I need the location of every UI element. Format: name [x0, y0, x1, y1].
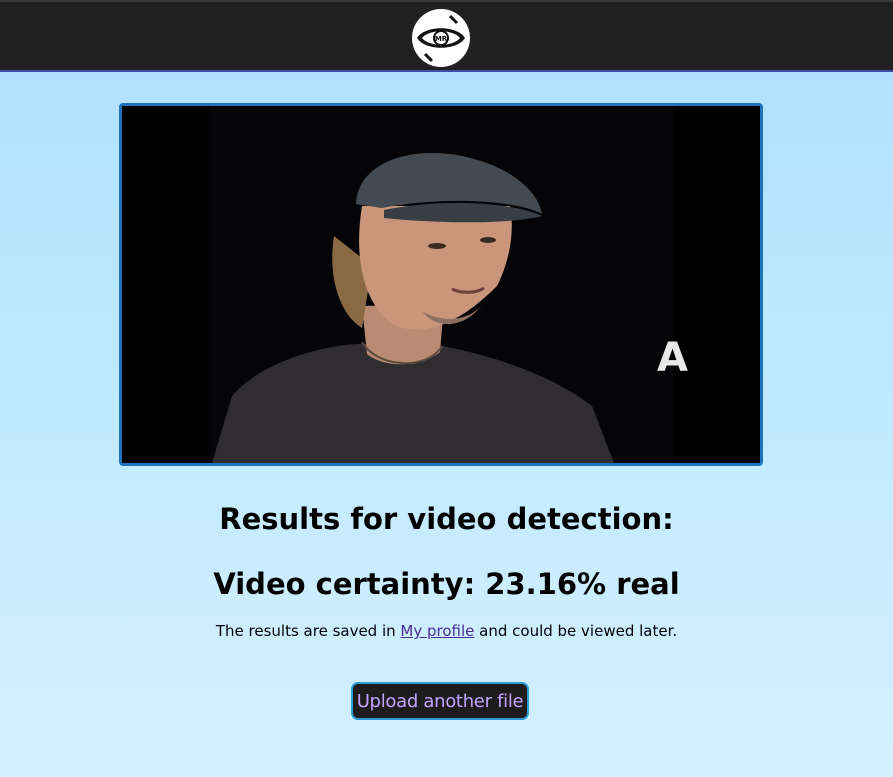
results-title: Results for video detection: [219, 502, 674, 536]
note-text-before: The results are saved in [215, 622, 401, 640]
logo-text: MR [435, 35, 448, 43]
my-profile-link[interactable]: My profile [400, 622, 474, 640]
upload-another-file-button[interactable]: Upload another file [351, 682, 529, 720]
results-saved-note: The results are saved in My profile and … [0, 622, 893, 640]
certainty-heading: Video certainty: 23.16% real [0, 567, 893, 601]
certainty-verdict: real [616, 567, 680, 601]
video-overlay-text: A [657, 335, 688, 381]
eye-logo-icon[interactable]: MR [410, 8, 472, 68]
top-navbar: MR [0, 0, 893, 72]
certainty-label: Video certainty: [213, 567, 476, 601]
certainty-value: 23.16% [485, 567, 607, 601]
video-frame-image: A [122, 106, 760, 463]
note-text-after: and could be viewed later. [474, 622, 678, 640]
video-player[interactable]: A [119, 103, 763, 466]
